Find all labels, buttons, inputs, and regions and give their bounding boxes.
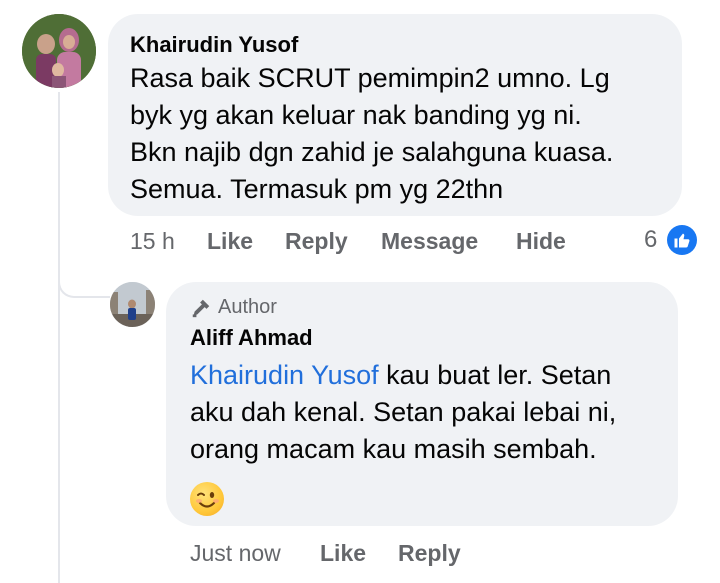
thread-line: [58, 92, 60, 583]
comment-actions: 15 h Like Reply Message Hide: [130, 228, 690, 256]
reply-text-line: orang macam kau masih sembah.: [190, 434, 597, 464]
comment-text-line: Rasa baik SCRUT pemimpin2 umno. Lg: [130, 63, 610, 93]
reply-button[interactable]: Reply: [398, 540, 461, 567]
mention-link[interactable]: Khairudin Yusof: [190, 360, 379, 390]
hide-button[interactable]: Hide: [516, 228, 566, 255]
comment-text-line: Semua. Termasuk pm yg 22thn: [130, 174, 504, 204]
thread-connector: [58, 250, 110, 298]
reply-actions: Just now Like Reply: [190, 540, 590, 568]
reaction-count[interactable]: 6: [644, 226, 657, 254]
thumbs-up-glyph: [674, 233, 690, 248]
like-button[interactable]: Like: [207, 228, 253, 255]
reply-text-line: Khairudin Yusof kau buat ler. Setan: [190, 357, 611, 394]
reply-author[interactable]: Aliff Ahmad: [190, 325, 313, 351]
thumbs-up-icon[interactable]: [667, 225, 697, 255]
profile-photo-icon: [110, 282, 155, 327]
reply-timestamp[interactable]: Just now: [190, 540, 281, 567]
reply-text-line: aku dah kenal. Setan pakai lebai ni,: [190, 397, 617, 427]
avatar[interactable]: [110, 282, 155, 327]
message-button[interactable]: Message: [381, 228, 478, 255]
comment-text-line: byk yg akan keluar nak banding yg ni.: [130, 100, 582, 130]
like-button[interactable]: Like: [320, 540, 366, 567]
winking-face-icon: [190, 482, 224, 516]
reply-button[interactable]: Reply: [285, 228, 348, 255]
microphone-icon: [192, 299, 210, 317]
comment-timestamp[interactable]: 15 h: [130, 228, 175, 255]
reply-text-fragment: kau buat ler. Setan: [378, 360, 612, 390]
profile-photo-icon: [22, 14, 96, 88]
author-badge-label: Author: [218, 296, 277, 318]
winking-face-glyph: [196, 492, 219, 508]
comment-text-line: Bkn najib dgn zahid je salahguna kuasa.: [130, 137, 614, 167]
author-badge: Author: [190, 296, 277, 319]
comment-author[interactable]: Khairudin Yusof: [130, 32, 298, 58]
avatar[interactable]: [22, 14, 96, 88]
